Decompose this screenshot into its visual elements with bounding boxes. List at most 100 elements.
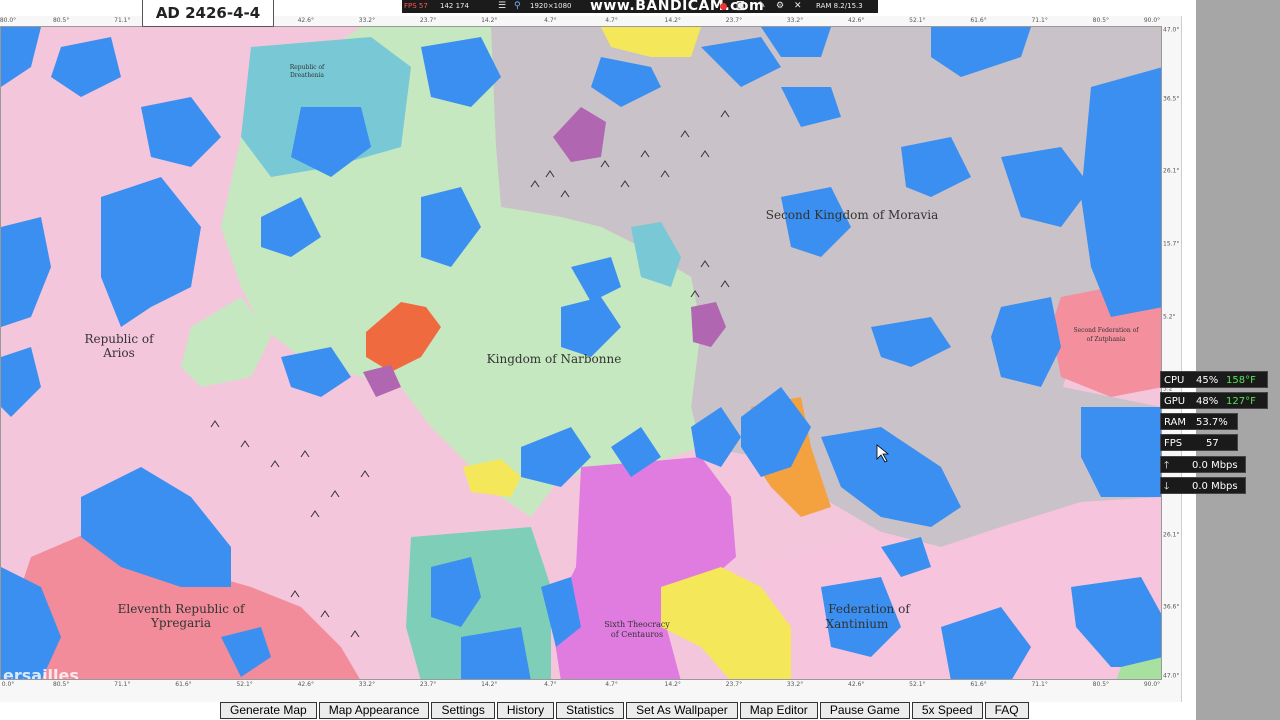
bottom-tick-label: 52.1°: [909, 681, 926, 688]
label-centauros-line1: Sixth Theocracy: [604, 620, 670, 629]
bottom-tick-label: 4.7°: [544, 681, 557, 688]
set-as-wallpaper-button[interactable]: Set As Wallpaper: [626, 702, 738, 719]
bottom-tick-label: 0.0°: [1, 681, 15, 688]
bottom-tick-label: 23.7°: [725, 681, 743, 688]
fps-value: 57: [1206, 438, 1219, 449]
bottom-tick-label: 61.6°: [175, 681, 192, 688]
top-tick-label: 33.2°: [786, 17, 804, 24]
label-dreathenia-line1: Republic of: [290, 64, 325, 71]
cpu-label: CPU: [1164, 375, 1185, 386]
cpu-row: CPU 45% 158°F: [1160, 371, 1268, 388]
top-tick-label: 33.2°: [358, 17, 376, 24]
download-value: 0.0 Mbps: [1192, 481, 1238, 492]
gpu-row: GPU 48% 127°F: [1160, 392, 1268, 409]
top-tick-label: 61.6°: [970, 17, 987, 24]
close-icon[interactable]: ✕: [794, 0, 802, 13]
bottom-tick-label: 61.6°: [970, 681, 987, 688]
top-tick-label: 14.2°: [481, 17, 498, 24]
right-tick-label: 36.5°: [1163, 95, 1180, 103]
top-tick-label: 23.7°: [419, 17, 437, 24]
settings-button[interactable]: Settings: [431, 702, 495, 719]
bottom-tick-label: 71.1°: [114, 681, 131, 688]
recorder-fps-extra: 142 174: [440, 2, 469, 10]
label-arios-line1: Republic of: [84, 332, 155, 346]
label-centauros-line2: of Centauros: [611, 630, 663, 639]
gpu-label: GPU: [1164, 396, 1186, 407]
upload-value: 0.0 Mbps: [1192, 460, 1238, 471]
ram-label: RAM: [1164, 417, 1187, 428]
map-appearance-button[interactable]: Map Appearance: [318, 702, 430, 719]
upload-row: 🡑 0.0 Mbps: [1160, 456, 1246, 473]
bottom-tick-label: 80.5°: [52, 681, 70, 688]
bottom-coordinate-ticks: 0.0° 80.5° 71.1° 61.6° 52.1° 42.6° 33.2° 23.7° 1…: [0, 680, 1162, 690]
bottom-tick-label: 23.7°: [419, 681, 437, 688]
game-date: AD 2426-4-4: [142, 0, 274, 27]
app-window: 80.0° 80.5° 71.1° 61.6° 52.1° 42.6° 33.2° 23.7°…: [0, 0, 1280, 720]
cpu-temp: 158°F: [1226, 375, 1256, 386]
pen-icon[interactable]: ✎: [758, 0, 766, 13]
statistics-button[interactable]: Statistics: [556, 702, 625, 719]
right-tick-label: 36.6°: [1163, 603, 1180, 611]
download-row: 🡓 0.0 Mbps: [1160, 477, 1246, 494]
menu-icon[interactable]: ☰: [498, 0, 506, 13]
faq-button[interactable]: FAQ: [984, 702, 1029, 719]
settings-icon[interactable]: ⚙: [776, 0, 784, 13]
label-arios-line2: Arios: [102, 346, 135, 360]
recorder-fps: FPS 57: [404, 2, 428, 10]
map-watermark: ersailles: [3, 666, 79, 680]
right-tick-label: 15.7°: [1163, 240, 1180, 248]
gpu-percent: 48%: [1196, 396, 1219, 407]
generate-map-button[interactable]: Generate Map: [220, 702, 317, 719]
top-tick-label: 4.7°: [605, 17, 618, 24]
label-zutphania-line1: Second Federation of: [1073, 327, 1139, 334]
right-tick-label: 5.2°: [1163, 313, 1176, 321]
bottom-tick-label: 71.1°: [1031, 681, 1048, 688]
history-button[interactable]: History: [496, 702, 555, 719]
map-editor-button[interactable]: Map Editor: [739, 702, 818, 719]
fps-row: FPS 57: [1160, 434, 1238, 451]
fps-label: FPS: [1164, 438, 1183, 449]
camera-icon[interactable]: ◙: [736, 0, 745, 13]
ram-row: RAM 53.7%: [1160, 413, 1238, 430]
bottom-tick-label: 42.6°: [848, 681, 865, 688]
bottom-tick-label: 33.2°: [358, 681, 376, 688]
gpu-temp: 127°F: [1226, 396, 1256, 407]
cpu-percent: 45%: [1196, 375, 1219, 386]
speed-5x-button[interactable]: 5x Speed: [911, 702, 983, 719]
ram-percent: 53.7%: [1196, 417, 1228, 428]
label-xantinium-line2: Xantinium: [826, 617, 889, 631]
bottom-tick-label: 14.2°: [664, 681, 681, 688]
bottom-tick-label: 42.6°: [297, 681, 314, 688]
top-tick-label: 23.7°: [725, 17, 743, 24]
top-tick-label: 80.0°: [0, 17, 17, 24]
label-ypregaria-line1: Eleventh Republic of: [118, 602, 246, 616]
microphone-icon[interactable]: ⚲: [514, 0, 521, 13]
recorder-overlay: FPS 57 142 174 ☰ ⚲ 1920×1080 www.BANDICA…: [402, 0, 878, 13]
label-moravia: Second Kingdom of Moravia: [766, 208, 938, 222]
bottom-tick-label: 52.1°: [236, 681, 253, 688]
record-icon[interactable]: [720, 3, 727, 10]
map-canvas[interactable]: Second Kingdom of Moravia Kingdom of Nar…: [1, 27, 1162, 680]
download-arrow-icon: 🡓: [1164, 481, 1170, 492]
label-zutphania-line2: of Zutphania: [1087, 336, 1126, 343]
right-tick-label: 47.0°: [1163, 672, 1180, 680]
recorder-resolution: 1920×1080: [530, 2, 572, 10]
top-tick-label: 90.0°: [1143, 17, 1161, 24]
top-tick-label: 52.1°: [909, 17, 926, 24]
right-coordinate-ticks: 47.0°36.5°26.1°15.7°5.2°5.2°15.7°26.1°36…: [1162, 26, 1180, 680]
world-map[interactable]: Second Kingdom of Moravia Kingdom of Nar…: [0, 26, 1162, 680]
bottom-toolbar: Generate Map Map Appearance Settings His…: [220, 702, 1029, 720]
bottom-tick-label: 14.2°: [481, 681, 498, 688]
top-tick-label: 71.1°: [114, 17, 131, 24]
top-tick-label: 80.5°: [52, 17, 70, 24]
right-tick-label: 26.1°: [1163, 167, 1180, 175]
upload-arrow-icon: 🡑: [1164, 460, 1170, 471]
top-tick-label: 4.7°: [544, 17, 557, 24]
label-xantinium-line1: Federation of: [828, 602, 911, 616]
top-tick-label: 80.5°: [1092, 17, 1110, 24]
top-tick-label: 42.6°: [297, 17, 314, 24]
pause-game-button[interactable]: Pause Game: [819, 702, 910, 719]
desktop-background: [1196, 0, 1280, 720]
recorder-ram: RAM 8.2/15.3: [816, 2, 863, 10]
right-tick-label: 47.0°: [1163, 26, 1180, 34]
